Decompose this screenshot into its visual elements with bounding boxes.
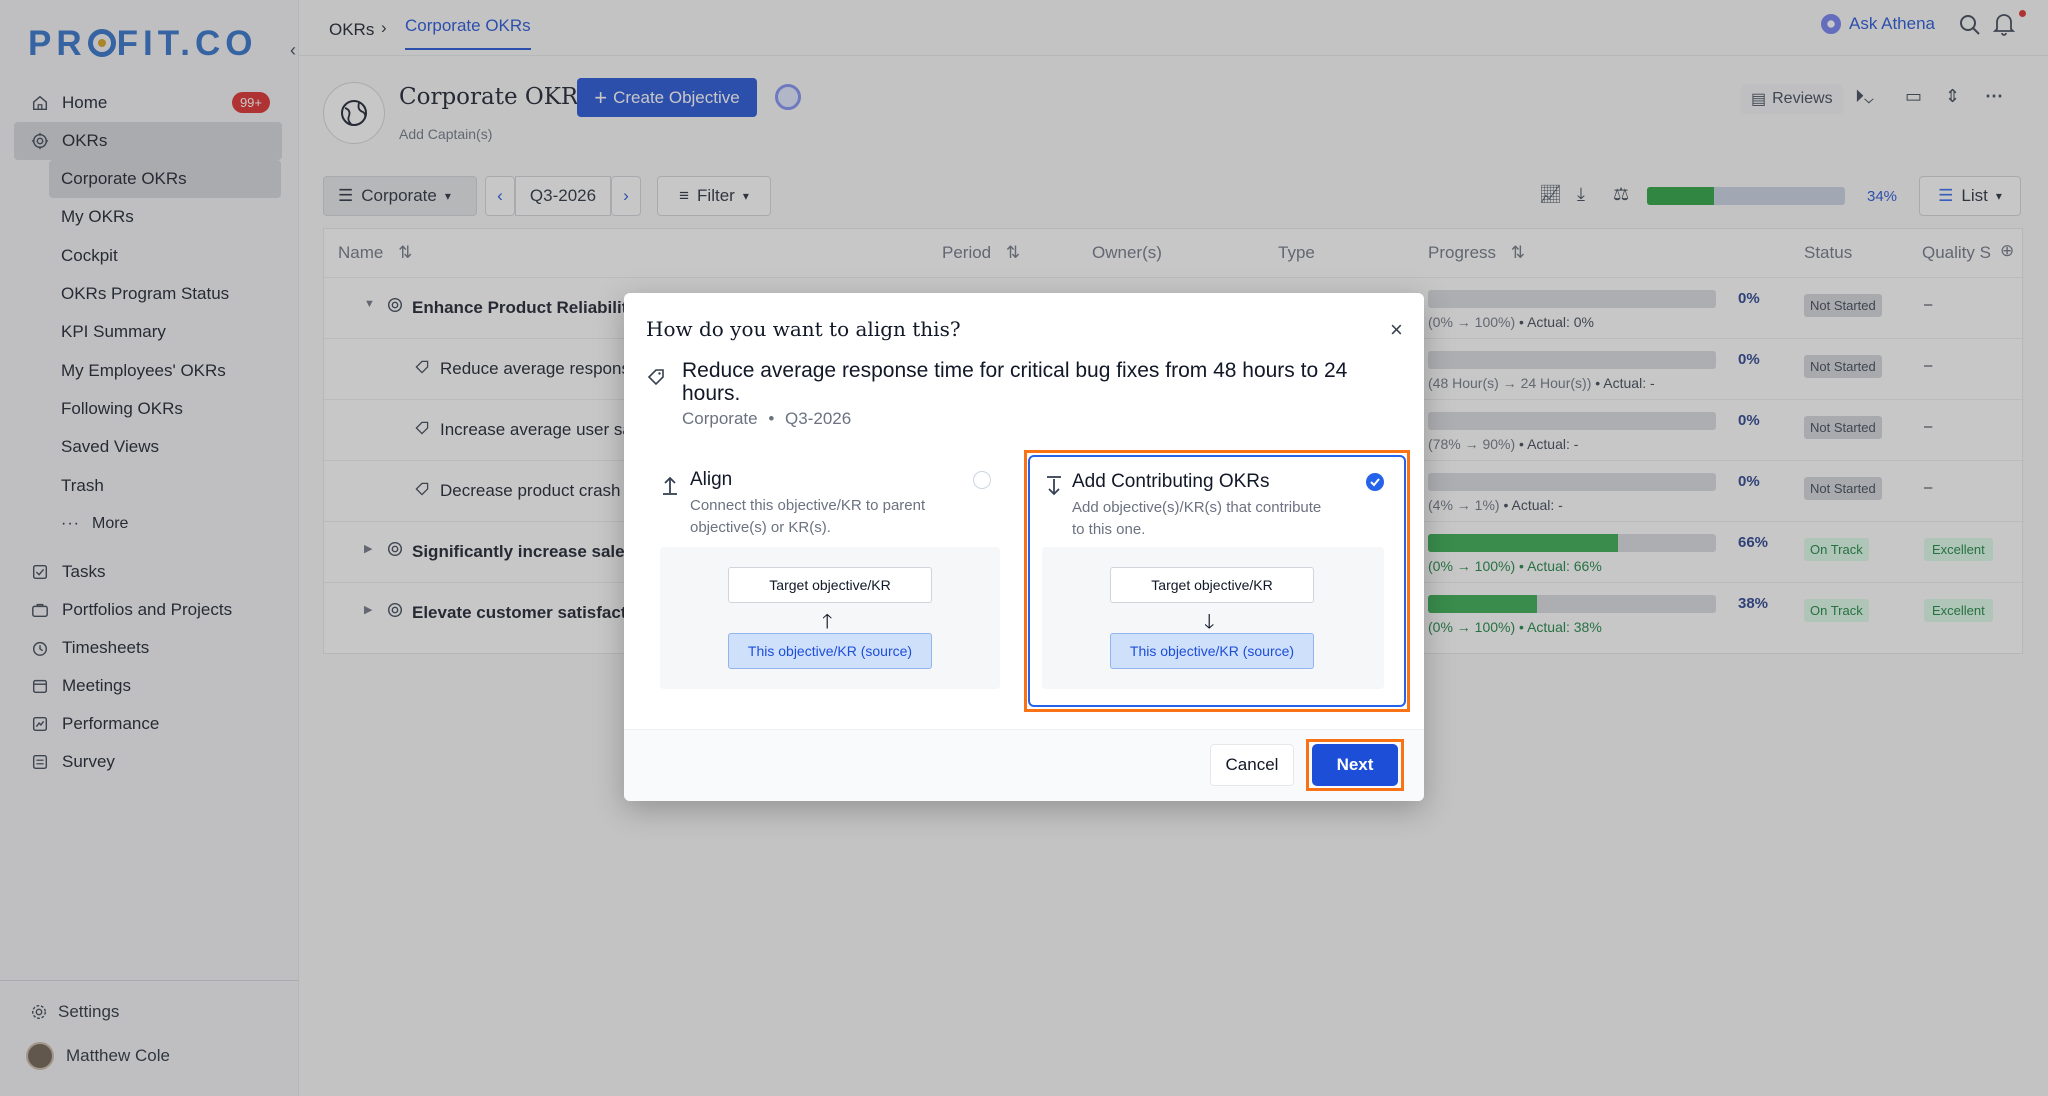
align-option-desc: Connect this objective/KR to parent obje… <box>690 497 926 536</box>
diagram-target-box: Target objective/KR <box>1110 567 1314 603</box>
add-contributing-okrs-option[interactable]: Add Contributing OKRs Add objective(s)/K… <box>1028 455 1406 707</box>
diagram-source-box: This objective/KR (source) <box>728 633 932 669</box>
meta-separator: • <box>768 409 775 428</box>
align-option[interactable]: Align Connect this objective/KR to paren… <box>646 455 1004 707</box>
next-button[interactable]: Next <box>1312 744 1398 786</box>
contribute-option-desc: Add objective(s)/KR(s) that contribute t… <box>1072 499 1322 538</box>
dialog-footer: Cancel Next <box>624 729 1424 801</box>
dialog-title: How do you want to align this? <box>646 317 961 341</box>
key-result-icon <box>646 367 666 392</box>
diagram-target-box: Target objective/KR <box>728 567 932 603</box>
align-dialog: How do you want to align this? × Reduce … <box>624 293 1424 801</box>
key-result-text: Reduce average response time for critica… <box>682 359 1348 405</box>
contribute-diagram: Target objective/KR 🡓 This objective/KR … <box>1042 547 1384 689</box>
align-diagram: Target objective/KR 🡑 This objective/KR … <box>660 547 1000 689</box>
key-result-meta: Corporate • Q3-2026 <box>682 409 851 429</box>
diagram-source-box: This objective/KR (source) <box>1110 633 1314 669</box>
kr-scope: Corporate <box>682 409 758 428</box>
align-option-title: Align <box>690 469 733 490</box>
arrow-up-from-line-icon <box>660 473 680 500</box>
check-icon <box>1370 478 1380 487</box>
contribute-option-title: Add Contributing OKRs <box>1072 471 1270 492</box>
align-radio[interactable] <box>973 471 991 489</box>
kr-period: Q3-2026 <box>785 409 852 428</box>
arrow-down-to-line-icon <box>1044 475 1064 502</box>
contribute-radio-checked[interactable] <box>1366 473 1384 491</box>
close-icon[interactable]: × <box>1390 317 1403 343</box>
cancel-button[interactable]: Cancel <box>1210 744 1294 786</box>
